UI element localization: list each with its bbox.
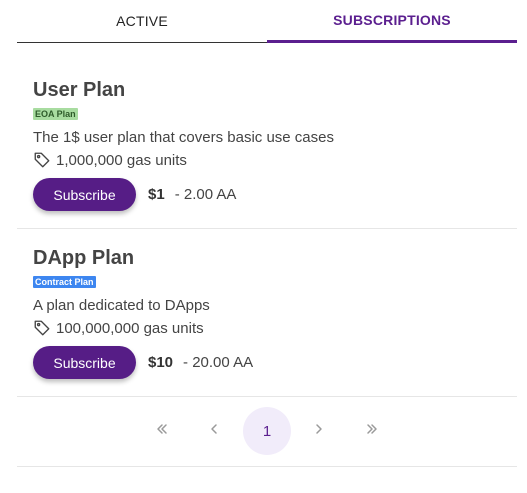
plan-gas-text: 100,000,000 gas units <box>56 319 204 337</box>
plan-action-row: Subscribe $10 - 20.00 AA <box>33 346 253 379</box>
plan-description: A plan dedicated to DApps <box>33 297 210 314</box>
plan-price-aa: - 20.00 AA <box>183 354 254 371</box>
plan-type-badge: EOA Plan <box>33 108 78 120</box>
plan-description: The 1$ user plan that covers basic use c… <box>33 129 334 146</box>
plan-gas: 1,000,000 gas units <box>33 151 187 169</box>
plan-card-dapp: DApp Plan Contract Plan A plan dedicated… <box>17 229 517 397</box>
first-page-button[interactable] <box>138 407 186 455</box>
pagination: 1 <box>17 397 517 467</box>
plan-card-user: User Plan EOA Plan The 1$ user plan that… <box>17 43 517 229</box>
plan-action-row: Subscribe $1 - 2.00 AA <box>33 178 236 211</box>
subscribe-button[interactable]: Subscribe <box>33 178 136 211</box>
double-chevron-left-icon <box>155 422 169 441</box>
next-page-button[interactable] <box>295 407 343 455</box>
chevron-left-icon <box>207 422 221 441</box>
tab-subscriptions[interactable]: SUBSCRIPTIONS <box>267 0 517 43</box>
plan-gas-text: 1,000,000 gas units <box>56 151 187 169</box>
double-chevron-right-icon <box>365 422 379 441</box>
chevron-right-icon <box>312 422 326 441</box>
plan-type-badge: Contract Plan <box>33 276 96 288</box>
plan-price: $1 <box>148 186 165 203</box>
plan-title: DApp Plan <box>33 247 135 269</box>
page-button-current[interactable]: 1 <box>243 407 291 455</box>
subscribe-button[interactable]: Subscribe <box>33 346 136 379</box>
plan-title: User Plan <box>33 79 126 101</box>
plan-gas: 100,000,000 gas units <box>33 319 204 337</box>
tab-active[interactable]: ACTIVE <box>17 0 267 43</box>
plan-price-aa: - 2.00 AA <box>174 186 237 203</box>
prev-page-button[interactable] <box>190 407 238 455</box>
last-page-button[interactable] <box>348 407 396 455</box>
plan-price: $10 <box>148 354 174 371</box>
tag-icon <box>33 151 51 169</box>
tag-icon <box>33 319 51 337</box>
tab-bar: ACTIVE SUBSCRIPTIONS <box>17 0 517 43</box>
